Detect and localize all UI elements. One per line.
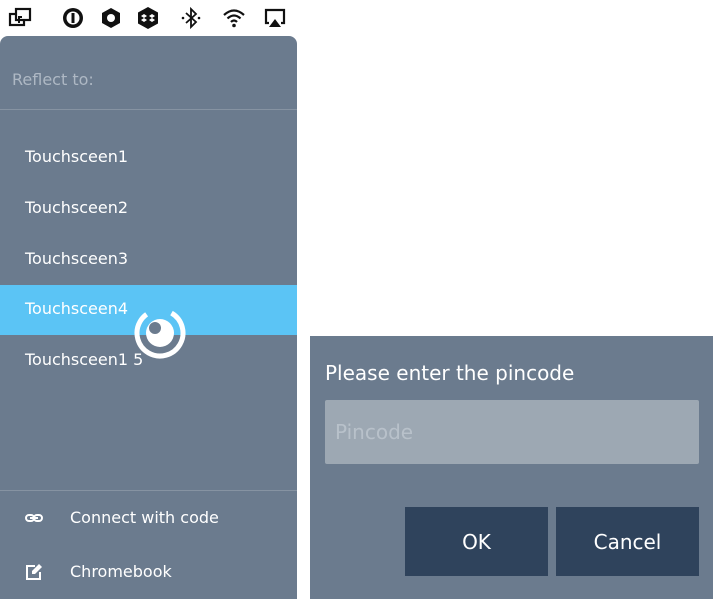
panel-header-label: Reflect to:: [12, 70, 94, 89]
list-item-label: Touchsceen3: [25, 249, 129, 268]
pincode-input[interactable]: [325, 400, 699, 464]
dropbox-icon[interactable]: [136, 6, 160, 30]
cancel-button[interactable]: Cancel: [556, 507, 699, 576]
list-item-touchsceen4[interactable]: Touchsceen4: [0, 285, 297, 335]
link-icon: [25, 514, 43, 522]
chromebook-label: Chromebook: [70, 562, 172, 581]
list-item-label: Touchsceen2: [25, 198, 129, 217]
list-item-label: Touchsceen1 5: [25, 350, 144, 369]
wifi-icon[interactable]: [222, 6, 246, 30]
menubar: [0, 0, 297, 36]
list-item-touchsceen1[interactable]: Touchsceen1: [0, 133, 297, 183]
connect-with-code-label: Connect with code: [70, 508, 219, 527]
list-item-touchsceen15[interactable]: Touchsceen1 5: [0, 336, 297, 386]
settings-hex-icon[interactable]: [99, 6, 123, 30]
pincode-dialog: Please enter the pincode OK Cancel: [310, 336, 713, 599]
connect-with-code-button[interactable]: Connect with code: [0, 494, 297, 544]
actions-divider: [0, 490, 297, 491]
list-item-label: Touchsceen4: [25, 299, 129, 318]
list-item-label: Touchsceen1: [25, 147, 129, 166]
header-divider: [0, 109, 297, 110]
bluetooth-icon[interactable]: [179, 6, 203, 30]
onepassword-icon[interactable]: [61, 6, 85, 30]
ok-button[interactable]: OK: [405, 507, 548, 576]
edit-icon: [26, 564, 42, 580]
reflect-panel: Reflect to: Touchsceen1 Touchsceen2 Touc…: [0, 36, 297, 599]
list-item-touchsceen2[interactable]: Touchsceen2: [0, 184, 297, 234]
dialog-title: Please enter the pincode: [325, 361, 575, 385]
chromebook-button[interactable]: Chromebook: [0, 548, 297, 598]
list-item-touchsceen3[interactable]: Touchsceen3: [0, 235, 297, 285]
display-mirror-icon[interactable]: [8, 6, 32, 30]
panel-header: Reflect to:: [0, 36, 297, 108]
airplay-icon[interactable]: [263, 6, 287, 30]
